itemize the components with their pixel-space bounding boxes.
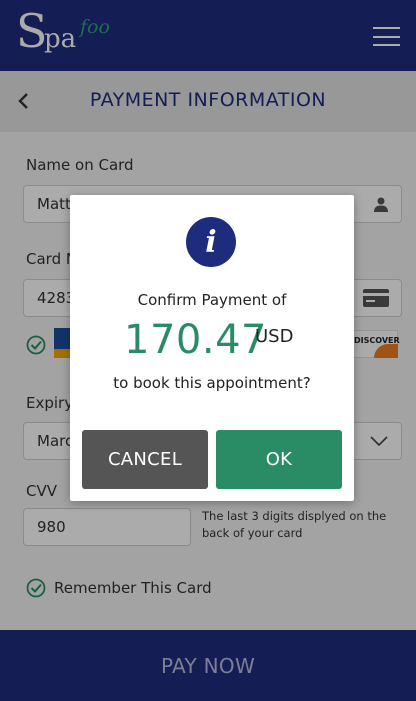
payment-amount: 170.47 [124,317,267,363]
ok-button[interactable]: OK [216,430,342,489]
info-icon: i [186,217,236,267]
confirm-payment-dialog: i Confirm Payment of 170.47 USD to book … [70,195,354,501]
cancel-button[interactable]: CANCEL [82,430,208,489]
confirm-text: Confirm Payment of [137,291,287,309]
payment-currency: USD [255,326,294,347]
book-appointment-text: to book this appointment? [113,374,311,392]
